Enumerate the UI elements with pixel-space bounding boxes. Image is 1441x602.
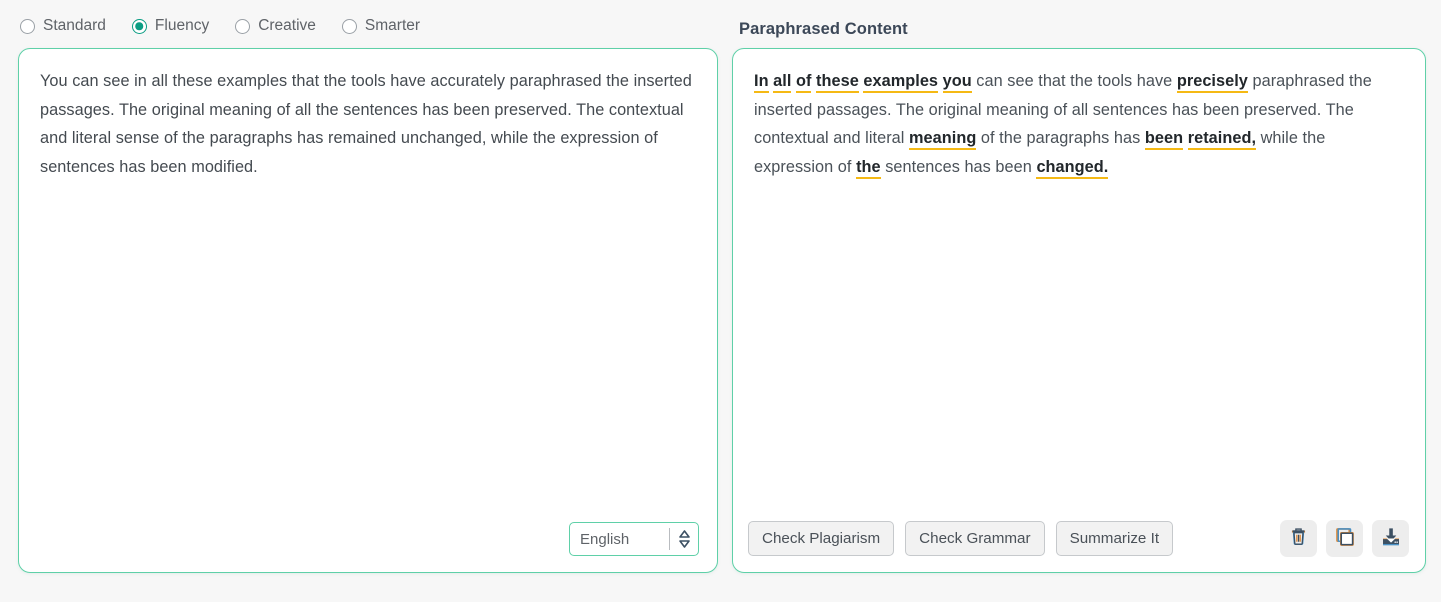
- download-icon: [1380, 526, 1402, 551]
- paraphraser-app: Standard Fluency Creative Smarter Paraphras…: [0, 0, 1441, 602]
- source-text-body: You can see in all these examples that t…: [19, 49, 717, 181]
- highlighted-word: of: [796, 72, 812, 93]
- delete-button[interactable]: [1280, 519, 1317, 557]
- check-grammar-button[interactable]: Check Grammar: [905, 520, 1045, 556]
- highlighted-word: these: [816, 72, 859, 93]
- highlighted-word: been: [1144, 129, 1184, 150]
- highlighted-word: you: [942, 72, 972, 93]
- language-select-value: English: [580, 530, 630, 548]
- highlighted-word: In: [754, 72, 769, 93]
- mode-option-smarter[interactable]: Smarter: [341, 17, 421, 35]
- mode-option-label: Smarter: [364, 17, 421, 34]
- paraphrased-text-body: In all of these examples you can see tha…: [733, 49, 1425, 181]
- trash-icon: [1288, 526, 1309, 550]
- copy-button[interactable]: [1326, 519, 1363, 557]
- radio-fluency-icon[interactable]: [131, 18, 147, 34]
- mode-option-creative[interactable]: Creative: [235, 17, 316, 35]
- highlighted-word: the: [856, 157, 881, 179]
- paraphrased-content-heading: Paraphrased Content: [739, 20, 908, 38]
- radio-smarter-icon[interactable]: [341, 18, 357, 34]
- paraphrased-toolbar: Check Plagiarism Check Grammar Summarize I…: [733, 518, 1425, 558]
- download-button[interactable]: [1372, 519, 1409, 557]
- mode-radio-group[interactable]: Standard Fluency Creative Smarter: [20, 13, 420, 39]
- radio-standard-icon[interactable]: [20, 18, 35, 34]
- source-text[interactable]: You can see in all these examples that t…: [40, 67, 696, 181]
- paraphrased-text-panel: In all of these examples you can see tha…: [732, 48, 1426, 573]
- highlighted-word: precisely: [1176, 72, 1248, 93]
- paraphrased-text[interactable]: In all of these examples you can see tha…: [754, 67, 1404, 181]
- icon-button-group: [1280, 519, 1409, 557]
- highlighted-word: retained,: [1187, 129, 1257, 150]
- check-plagiarism-button[interactable]: Check Plagiarism: [748, 520, 895, 556]
- highlighted-word: changed.: [1036, 157, 1109, 179]
- mode-option-fluency[interactable]: Fluency: [131, 17, 210, 35]
- copy-icon: [1334, 526, 1356, 551]
- mode-option-label: Creative: [258, 17, 316, 34]
- source-text-panel: You can see in all these examples that t…: [18, 48, 718, 573]
- mode-option-standard[interactable]: Standard: [20, 17, 106, 35]
- highlighted-word: all: [773, 72, 792, 93]
- highlighted-word: meaning: [909, 129, 977, 150]
- mode-option-label: Fluency: [154, 17, 210, 34]
- chevron-up-down-icon: [670, 528, 698, 550]
- summarize-it-button[interactable]: Summarize It: [1055, 520, 1174, 556]
- radio-creative-icon[interactable]: [235, 18, 251, 34]
- language-select[interactable]: English: [569, 522, 699, 556]
- action-button-group: Check Plagiarism Check Grammar Summarize I…: [748, 520, 1174, 556]
- mode-option-label: Standard: [43, 17, 106, 34]
- highlighted-word: examples: [863, 72, 939, 93]
